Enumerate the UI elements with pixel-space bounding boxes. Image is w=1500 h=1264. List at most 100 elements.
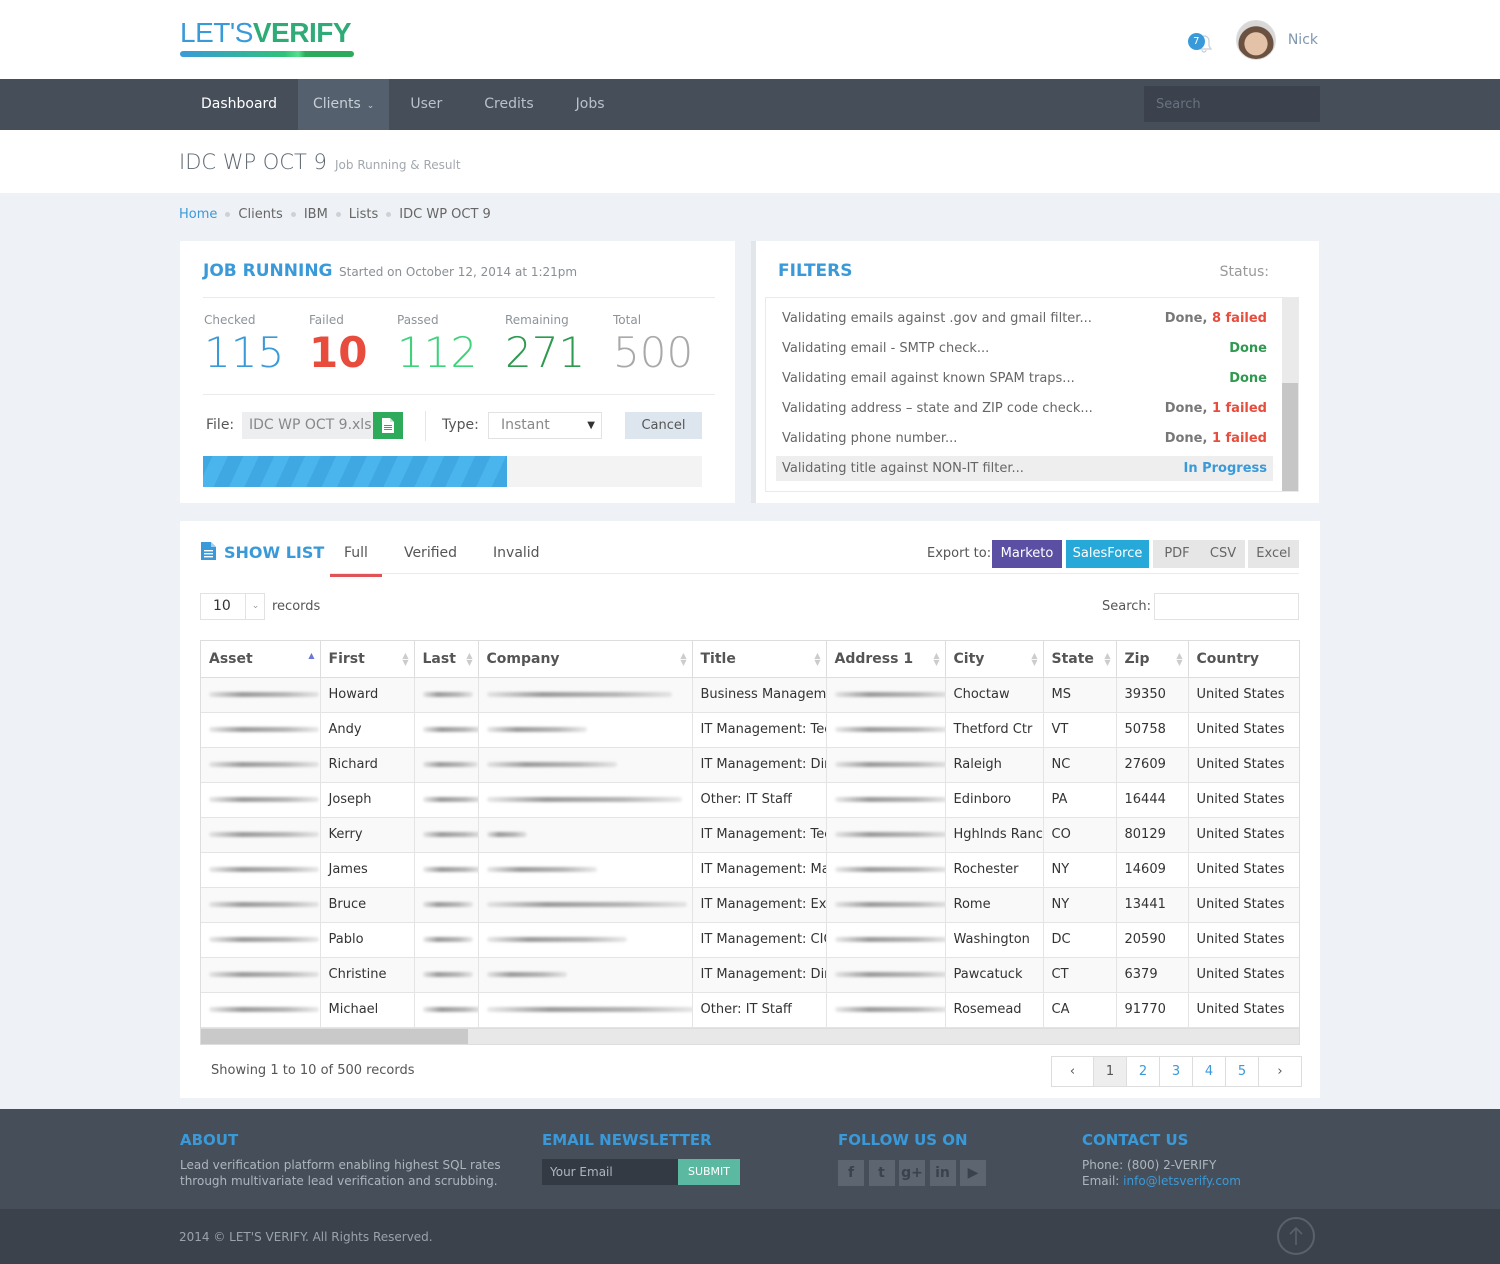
page-button[interactable]: 4	[1193, 1057, 1226, 1086]
google-plus-icon[interactable]: g+	[899, 1160, 925, 1186]
nav-item-user[interactable]: User	[389, 79, 463, 130]
footer-contact-info: Phone: (800) 2-VERIFY Email: info@letsve…	[1082, 1157, 1241, 1189]
youtube-icon[interactable]: ▶	[960, 1160, 986, 1186]
type-select[interactable]: Instant ▼	[488, 412, 602, 439]
asset-cell	[201, 957, 321, 993]
tab-invalid[interactable]: Invalid	[479, 539, 554, 577]
zip-cell: 91770	[1116, 992, 1189, 1028]
redacted-value	[834, 1007, 944, 1012]
table-scrollbar-thumb[interactable]	[201, 1029, 468, 1044]
page-button[interactable]: 1	[1094, 1057, 1127, 1086]
next-page-button[interactable]: ›	[1259, 1057, 1301, 1086]
column-header-address-1[interactable]: Address 1 ▲ ▼	[826, 641, 946, 678]
column-header-zip[interactable]: Zip ▲ ▼	[1116, 641, 1189, 678]
filters-scrollbar[interactable]	[1282, 298, 1298, 491]
table-search-input[interactable]	[1155, 594, 1298, 619]
avatar[interactable]	[1235, 20, 1276, 60]
table-row[interactable]: Howard Business Manageme Choctaw MS 39350 Uni…	[201, 677, 1299, 713]
table-row[interactable]: Bruce IT Management: Exe Rome NY 13441 United…	[201, 887, 1299, 923]
nav-item-clients[interactable]: Clients ⌄	[297, 79, 390, 130]
list-tabs: Full Verified Invalid	[330, 539, 562, 577]
column-header-title[interactable]: Title ▲ ▼	[692, 641, 827, 678]
nav-item-credits[interactable]: Credits	[463, 79, 554, 130]
newsletter-email-input[interactable]: Your Email	[542, 1159, 678, 1185]
city-cell: Raleigh	[945, 747, 1044, 783]
table-row[interactable]: Pablo IT Management: CIO, Washington DC 2059…	[201, 922, 1299, 958]
breadcrumb-clients[interactable]: Clients	[238, 207, 282, 222]
table-row[interactable]: James IT Management: Mar Rochester NY 14609 U…	[201, 852, 1299, 888]
address-cell	[826, 712, 946, 748]
facebook-icon[interactable]: f	[838, 1160, 864, 1186]
username[interactable]: Nick	[1288, 32, 1318, 48]
export-marketo-button[interactable]: Marketo	[992, 540, 1062, 568]
breadcrumb-home[interactable]: Home	[179, 207, 217, 222]
page-button[interactable]: 5	[1226, 1057, 1259, 1086]
stat-value: 115	[204, 328, 285, 377]
last-cell	[414, 887, 479, 923]
tab-verified[interactable]: Verified	[390, 539, 471, 577]
state-cell: NY	[1043, 887, 1117, 923]
city-cell: Choctaw	[945, 677, 1044, 713]
nav-menu: Dashboard Clients ⌄ User Credits Jobs	[180, 79, 626, 130]
company-cell	[478, 782, 693, 818]
company-cell	[478, 922, 693, 958]
export-csv-button[interactable]: CSV	[1201, 540, 1245, 568]
prev-page-button[interactable]: ‹	[1052, 1057, 1094, 1086]
back-to-top-button[interactable]	[1277, 1217, 1315, 1255]
filters-scrollbar-thumb[interactable]	[1282, 383, 1298, 491]
first-cell: Andy	[320, 712, 415, 748]
footer-email-link[interactable]: info@letsverify.com	[1123, 1174, 1241, 1188]
table-row[interactable]: Christine IT Management: Dire Pawcatuck CT 6…	[201, 957, 1299, 993]
file-browse-button[interactable]	[373, 412, 403, 439]
column-header-company[interactable]: Company ▲ ▼	[478, 641, 693, 678]
breadcrumb-ibm[interactable]: IBM	[304, 207, 328, 222]
logo-text-light: LET'S	[180, 17, 253, 48]
table-row[interactable]: Joseph Other: IT Staff Edinboro PA 16444 Unit…	[201, 782, 1299, 818]
redacted-value	[209, 867, 319, 872]
column-header-label: Zip	[1124, 650, 1150, 667]
page-length-select[interactable]: 10 ⌄	[200, 593, 265, 620]
export-pdf-button[interactable]: PDF	[1153, 540, 1201, 568]
page-button[interactable]: 2	[1127, 1057, 1160, 1086]
logo[interactable]: LET'SVERIFY	[180, 18, 355, 58]
filters-title: FILTERS	[778, 261, 853, 281]
footer-phone: Phone: (800) 2-VERIFY	[1082, 1158, 1217, 1172]
first-cell: James	[320, 852, 415, 888]
column-header-asset[interactable]: Asset ▲	[201, 641, 321, 678]
stat-checked: Checked 115	[204, 313, 284, 377]
tab-full[interactable]: Full	[330, 539, 382, 577]
table-row[interactable]: Kerry IT Management: Tecl Hghlnds Ranc CO 80…	[201, 817, 1299, 853]
column-header-country[interactable]: Country	[1188, 641, 1299, 678]
table-horizontal-scrollbar[interactable]	[201, 1028, 1299, 1044]
filter-item-status: Done, 1 failed	[1165, 431, 1267, 446]
main-navbar: Dashboard Clients ⌄ User Credits Jobs	[0, 79, 1500, 130]
table-row[interactable]: Michael Other: IT Staff Rosemead CA 91770 Uni…	[201, 992, 1299, 1028]
first-cell: Michael	[320, 992, 415, 1028]
nav-search-input[interactable]	[1156, 96, 1326, 112]
address-cell	[826, 852, 946, 888]
table-row[interactable]: Andy IT Management: Tecl Thetford Ctr VT 507…	[201, 712, 1299, 748]
redacted-value	[834, 867, 944, 872]
page-button[interactable]: 3	[1160, 1057, 1193, 1086]
table-row[interactable]: Richard IT Management: Dire Raleigh NC 27609…	[201, 747, 1299, 783]
stat-remaining: Remaining 271	[505, 313, 585, 377]
export-salesforce-button[interactable]: SalesForce	[1066, 540, 1149, 568]
twitter-icon[interactable]: t	[868, 1160, 895, 1186]
title-cell: IT Management: Tecl	[692, 817, 827, 853]
breadcrumb-lists[interactable]: Lists	[349, 207, 379, 222]
last-cell	[414, 852, 479, 888]
export-excel-button[interactable]: Excel	[1248, 540, 1299, 568]
newsletter-submit-button[interactable]: SUBMIT	[678, 1159, 740, 1185]
column-header-state[interactable]: State ▲ ▼	[1043, 641, 1117, 678]
first-cell: Howard	[320, 677, 415, 713]
column-header-city[interactable]: City ▲ ▼	[945, 641, 1044, 678]
city-cell: Hghlnds Ranc	[945, 817, 1044, 853]
nav-item-jobs[interactable]: Jobs	[555, 79, 626, 130]
notifications-button[interactable]: 7	[1187, 27, 1214, 53]
nav-item-dashboard[interactable]: Dashboard	[180, 79, 298, 130]
cancel-button[interactable]: Cancel	[625, 412, 702, 439]
address-cell	[826, 922, 946, 958]
linkedin-icon[interactable]: in	[929, 1160, 956, 1186]
column-header-last[interactable]: Last ▲ ▼	[414, 641, 479, 678]
column-header-first[interactable]: First ▲ ▼	[320, 641, 415, 678]
